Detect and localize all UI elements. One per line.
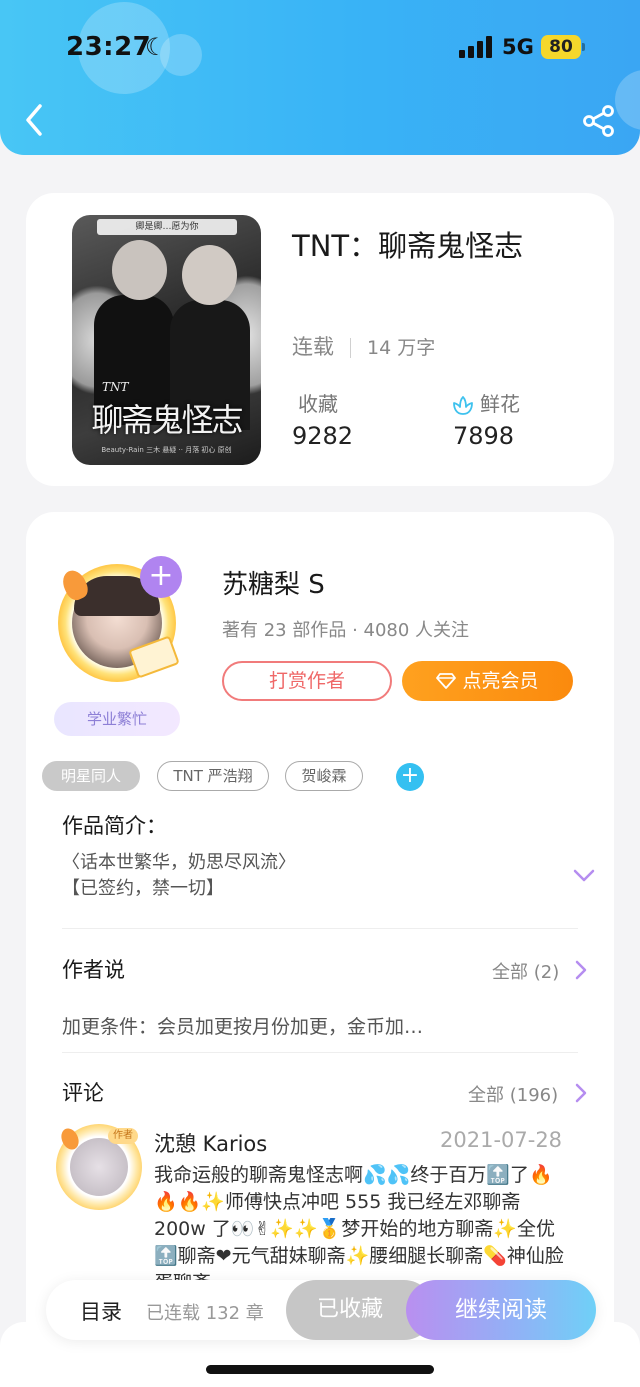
commenter-avatar[interactable]: 作者	[56, 1124, 142, 1210]
tip-author-button[interactable]: 打赏作者	[222, 661, 392, 701]
signal-icon	[459, 36, 493, 58]
home-indicator[interactable]	[206, 1365, 434, 1374]
book-cover[interactable]: 卿是卿…愿为你 TNT 聊斋鬼怪志 Beauty-Rain 三木 悬疑 ·· 月…	[72, 215, 261, 465]
commenter-photo	[70, 1138, 128, 1196]
author-say-title: 作者说	[62, 958, 125, 982]
chevron-right-icon[interactable]	[574, 959, 588, 981]
tag-celebrity-fanfic[interactable]: 明星同人	[42, 761, 140, 791]
vip-button[interactable]: 点亮会员	[402, 661, 573, 701]
book-status: 连载	[292, 335, 334, 359]
diamond-icon	[436, 673, 457, 689]
follow-plus-button[interactable]: +	[140, 556, 182, 598]
intro-line: 〈话本世繁华，奶思尽风流〉	[62, 852, 296, 873]
favorites-count: 9282	[292, 422, 354, 450]
tag-tnt-yan-haoxiang[interactable]: TNT 严浩翔	[157, 761, 269, 791]
intro-text: 〈话本世繁华，奶思尽风流〉 【已签约，禁一切】	[62, 850, 296, 902]
clock: 23:27	[66, 32, 152, 62]
comments-all-link[interactable]: 全部 (196)	[468, 1081, 558, 1107]
add-tag-button[interactable]: +	[396, 763, 424, 791]
cover-footer: Beauty-Rain 三木 悬疑 ·· 月落 初心 原创	[101, 446, 232, 454]
comment-date: 2021-07-28	[440, 1128, 563, 1152]
tag-he-junlin[interactable]: 贺峻霖	[285, 761, 363, 791]
book-meta: 连载 14 万字	[292, 331, 435, 361]
vip-button-label: 点亮会员	[462, 670, 539, 692]
cover-face-right	[182, 245, 237, 305]
flowers-label-group: 鲜花	[452, 388, 520, 417]
cover-banner: 卿是卿…愿为你	[97, 219, 237, 235]
book-info-card: 卿是卿…愿为你 TNT 聊斋鬼怪志 Beauty-Rain 三木 悬疑 ·· 月…	[26, 193, 614, 486]
moon-icon: ☾	[145, 33, 167, 61]
author-say-text[interactable]: 加更条件：会员加更按月份加更，金币加…	[62, 1012, 423, 1039]
network-label: 5G	[502, 35, 534, 59]
cover-face-left	[112, 240, 167, 300]
book-title: TNT：聊斋鬼怪志	[292, 229, 524, 263]
bottom-action-bar: 目录 已连载 132 章 已收藏 继续阅读	[46, 1280, 596, 1340]
divider	[62, 928, 578, 929]
author-say-all-link[interactable]: 全部 (2)	[492, 958, 559, 984]
comment-text[interactable]: 我命运般的聊斋鬼怪志啊💦💦终于百万🔝了🔥🔥🔥✨师傅快点冲吧 555 我已经左邓聊…	[154, 1162, 574, 1280]
share-icon[interactable]	[582, 104, 616, 138]
decorative-bubble	[615, 70, 640, 130]
word-count: 14 万字	[367, 337, 436, 359]
chapter-count: 已连载 132 章	[146, 1303, 264, 1324]
cover-title: 聊斋鬼怪志	[91, 401, 243, 439]
favorites-label: 收藏	[298, 392, 338, 416]
toc-button[interactable]: 目录	[80, 1296, 122, 1326]
status-tag: 学业繁忙	[54, 702, 180, 736]
status-bar: 23:27 ☾ 5G 80	[0, 30, 640, 66]
battery-icon: 80	[541, 35, 581, 59]
author-name[interactable]: 苏糖梨 S	[222, 564, 325, 601]
author-card: + 学业繁忙 苏糖梨 S 著有 23 部作品 · 4080 人关注 打赏作者 点…	[26, 512, 614, 1387]
battery-tip	[582, 43, 585, 51]
saved-button-label: 已收藏	[316, 1297, 383, 1322]
chevron-right-icon[interactable]	[574, 1082, 588, 1104]
comments-title: 评论	[62, 1081, 104, 1105]
flowers-label: 鲜花	[480, 392, 520, 416]
author-badge: 作者	[108, 1128, 138, 1144]
cover-tnt-label: TNT	[102, 380, 129, 394]
divider	[62, 1052, 578, 1053]
continue-reading-button[interactable]: 继续阅读	[406, 1280, 596, 1340]
intro-line: 【已签约，禁一切】	[62, 878, 224, 899]
flowers-count: 7898	[453, 422, 515, 450]
chevron-down-icon[interactable]	[572, 868, 596, 884]
top-header: 23:27 ☾ 5G 80	[0, 0, 640, 155]
back-arrow-icon[interactable]	[22, 102, 48, 138]
author-meta: 著有 23 部作品 · 4080 人关注	[222, 620, 470, 641]
commenter-name[interactable]: 沈憩 Karios	[154, 1128, 267, 1158]
flower-icon	[453, 395, 473, 415]
divider	[350, 338, 351, 358]
intro-title: 作品简介：	[62, 814, 167, 838]
